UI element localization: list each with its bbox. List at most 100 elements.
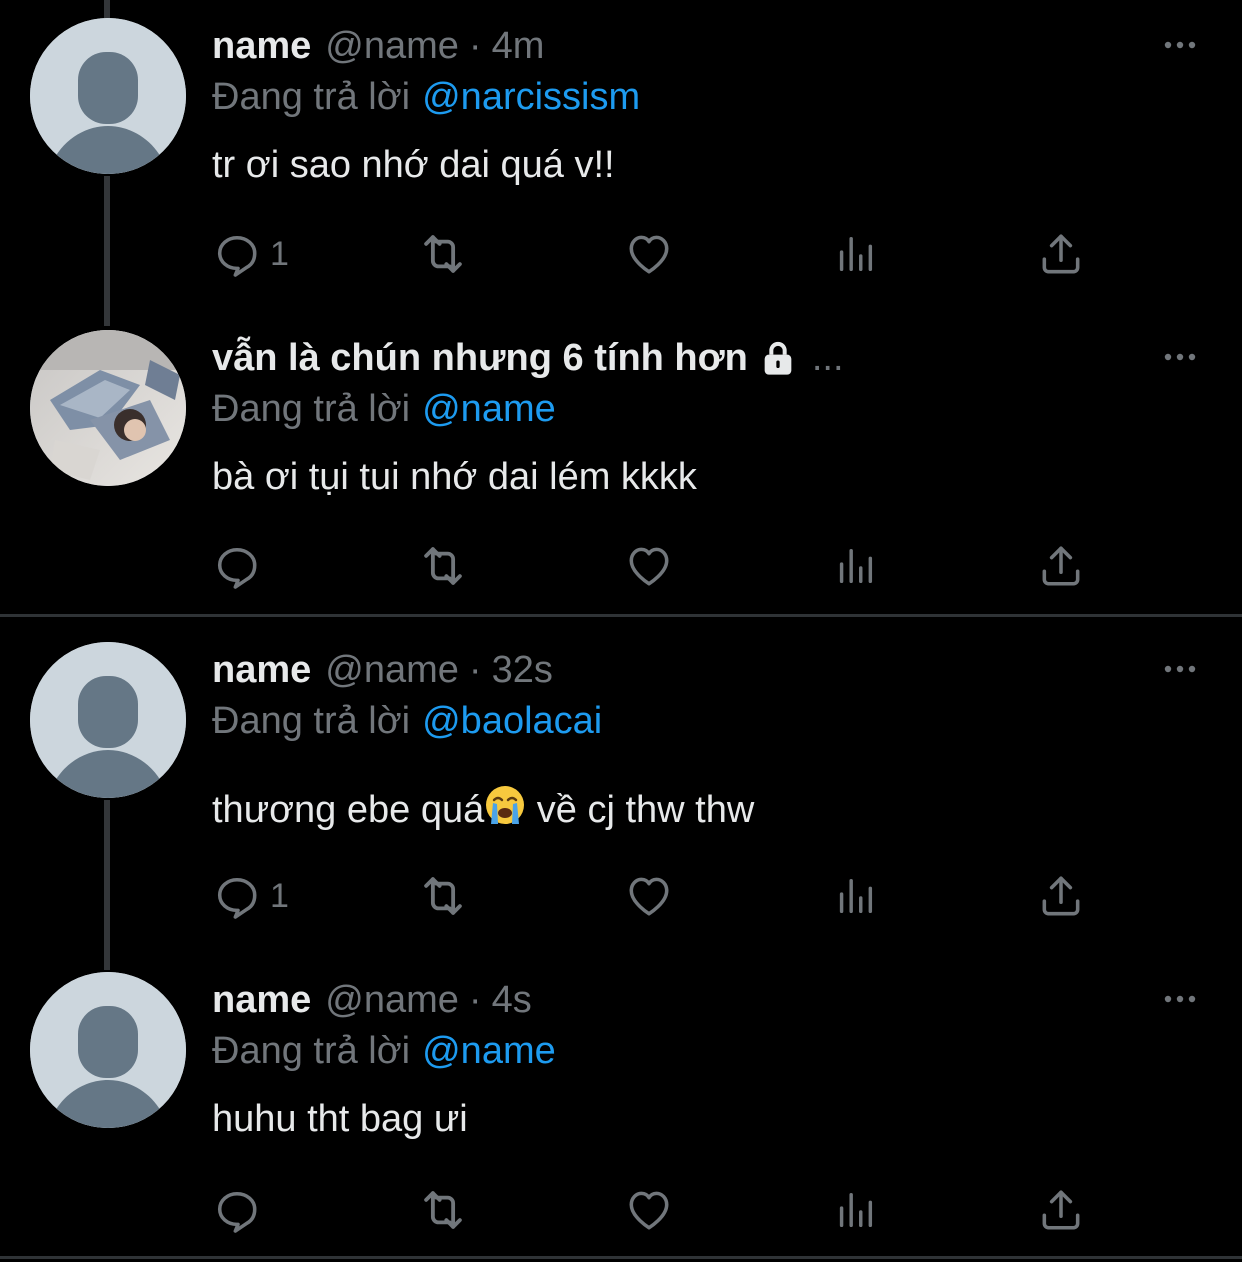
share-button[interactable]	[1036, 226, 1086, 282]
retweet-icon	[416, 539, 470, 593]
reply-icon	[212, 871, 262, 921]
photo-avatar	[30, 330, 186, 486]
display-name[interactable]: vẫn là chún nhưng 6 tính hơn	[212, 337, 748, 380]
analytics-icon	[832, 1187, 878, 1233]
like-icon	[624, 1185, 674, 1235]
separator-dot: ·	[468, 648, 482, 691]
like-icon	[624, 541, 674, 591]
analytics-button[interactable]	[832, 538, 878, 594]
retweet-icon	[416, 227, 470, 281]
tweet-4[interactable]: name @name · 4s Đang trả lời @name huhu t…	[0, 954, 1242, 1254]
display-name[interactable]: name	[212, 649, 311, 692]
share-button[interactable]	[1036, 868, 1086, 924]
handle[interactable]: @name	[325, 979, 459, 1022]
display-name[interactable]: name	[212, 979, 311, 1022]
share-icon	[1036, 871, 1086, 921]
more-options-icon[interactable]	[1160, 342, 1200, 372]
action-bar: 1	[212, 868, 1112, 924]
divider	[0, 1256, 1242, 1259]
separator-dot: ·	[468, 24, 482, 67]
mention-link[interactable]: @baolacai	[422, 700, 602, 742]
retweet-icon	[416, 869, 470, 923]
loudly-crying-face-icon	[486, 786, 525, 824]
analytics-icon	[832, 543, 878, 589]
tweet-header: name @name · 4m	[212, 24, 544, 68]
tweet-1[interactable]: name @name · 4m Đang trả lời @narcissism …	[0, 0, 1242, 320]
reply-button[interactable]	[212, 538, 262, 594]
replying-to: Đang trả lời @name	[212, 1030, 556, 1073]
analytics-button[interactable]	[832, 226, 878, 282]
retweet-button[interactable]	[416, 868, 470, 924]
share-button[interactable]	[1036, 538, 1086, 594]
analytics-icon	[832, 873, 878, 919]
replying-label: Đang trả lời	[212, 388, 411, 430]
tweet-2[interactable]: vẫn là chún nhưng 6 tính hơn ... Đang tr…	[0, 312, 1242, 612]
like-button[interactable]	[624, 868, 674, 924]
reply-button[interactable]: 1	[212, 868, 289, 924]
reply-button[interactable]	[212, 1182, 262, 1238]
like-button[interactable]	[624, 538, 674, 594]
like-button[interactable]	[624, 1182, 674, 1238]
default-avatar-icon	[30, 18, 186, 174]
reply-count: 1	[270, 876, 289, 915]
more-options-icon[interactable]	[1160, 654, 1200, 684]
reply-icon	[212, 229, 262, 279]
share-button[interactable]	[1036, 1182, 1086, 1238]
retweet-button[interactable]	[416, 1182, 470, 1238]
share-icon	[1036, 1185, 1086, 1235]
mention-link[interactable]: @name	[422, 388, 556, 430]
separator-dot: ·	[468, 978, 482, 1021]
retweet-button[interactable]	[416, 226, 470, 282]
tweet-text: bà ơi tụi tui nhớ dai lém kkkk	[212, 456, 697, 498]
tweet-text: thương ebe quá về cj thw thw	[212, 784, 754, 832]
avatar[interactable]	[30, 330, 186, 486]
replying-label: Đang trả lời	[212, 700, 411, 742]
avatar[interactable]	[30, 972, 186, 1128]
tweet-text-start: thương ebe quá	[212, 789, 485, 831]
divider	[0, 614, 1242, 617]
share-icon	[1036, 541, 1086, 591]
avatar[interactable]	[30, 18, 186, 174]
analytics-icon	[832, 231, 878, 277]
avatar[interactable]	[30, 642, 186, 798]
more-options-icon[interactable]	[1160, 984, 1200, 1014]
timestamp[interactable]: 32s	[492, 649, 553, 692]
default-avatar-icon	[30, 972, 186, 1128]
lock-icon	[764, 341, 792, 375]
replying-label: Đang trả lời	[212, 76, 411, 118]
mention-link[interactable]: @name	[422, 1030, 556, 1072]
tweet-text: tr ơi sao nhớ dai quá v!!	[212, 144, 615, 186]
handle[interactable]: @name	[325, 25, 459, 68]
name-truncation: ...	[811, 336, 844, 379]
timestamp[interactable]: 4s	[492, 979, 532, 1022]
replying-to: Đang trả lời @baolacai	[212, 700, 602, 743]
mention-link[interactable]: @narcissism	[422, 76, 640, 118]
reply-icon	[212, 541, 262, 591]
reply-count: 1	[270, 234, 289, 273]
action-bar	[212, 538, 1112, 594]
share-icon	[1036, 229, 1086, 279]
retweet-icon	[416, 1183, 470, 1237]
analytics-button[interactable]	[832, 868, 878, 924]
like-icon	[624, 229, 674, 279]
display-name[interactable]: name	[212, 25, 311, 68]
handle[interactable]: @name	[325, 649, 459, 692]
more-options-icon[interactable]	[1160, 30, 1200, 60]
retweet-button[interactable]	[416, 538, 470, 594]
replying-to: Đang trả lời @narcissism	[212, 76, 640, 119]
action-bar: 1	[212, 226, 1112, 282]
default-avatar-icon	[30, 642, 186, 798]
like-button[interactable]	[624, 226, 674, 282]
tweet-3[interactable]: name @name · 32s Đang trả lời @baolacai t…	[0, 624, 1242, 954]
timestamp[interactable]: 4m	[492, 25, 545, 68]
tweet-text-end: về cj thw thw	[526, 789, 755, 831]
reply-button[interactable]: 1	[212, 226, 289, 282]
replying-to: Đang trả lời @name	[212, 388, 556, 431]
replying-label: Đang trả lời	[212, 1030, 411, 1072]
tweet-text: huhu tht bag ưi	[212, 1098, 468, 1140]
tweet-header: name @name · 32s	[212, 648, 553, 692]
tweet-header: name @name · 4s	[212, 978, 532, 1022]
analytics-button[interactable]	[832, 1182, 878, 1238]
like-icon	[624, 871, 674, 921]
action-bar	[212, 1182, 1112, 1238]
